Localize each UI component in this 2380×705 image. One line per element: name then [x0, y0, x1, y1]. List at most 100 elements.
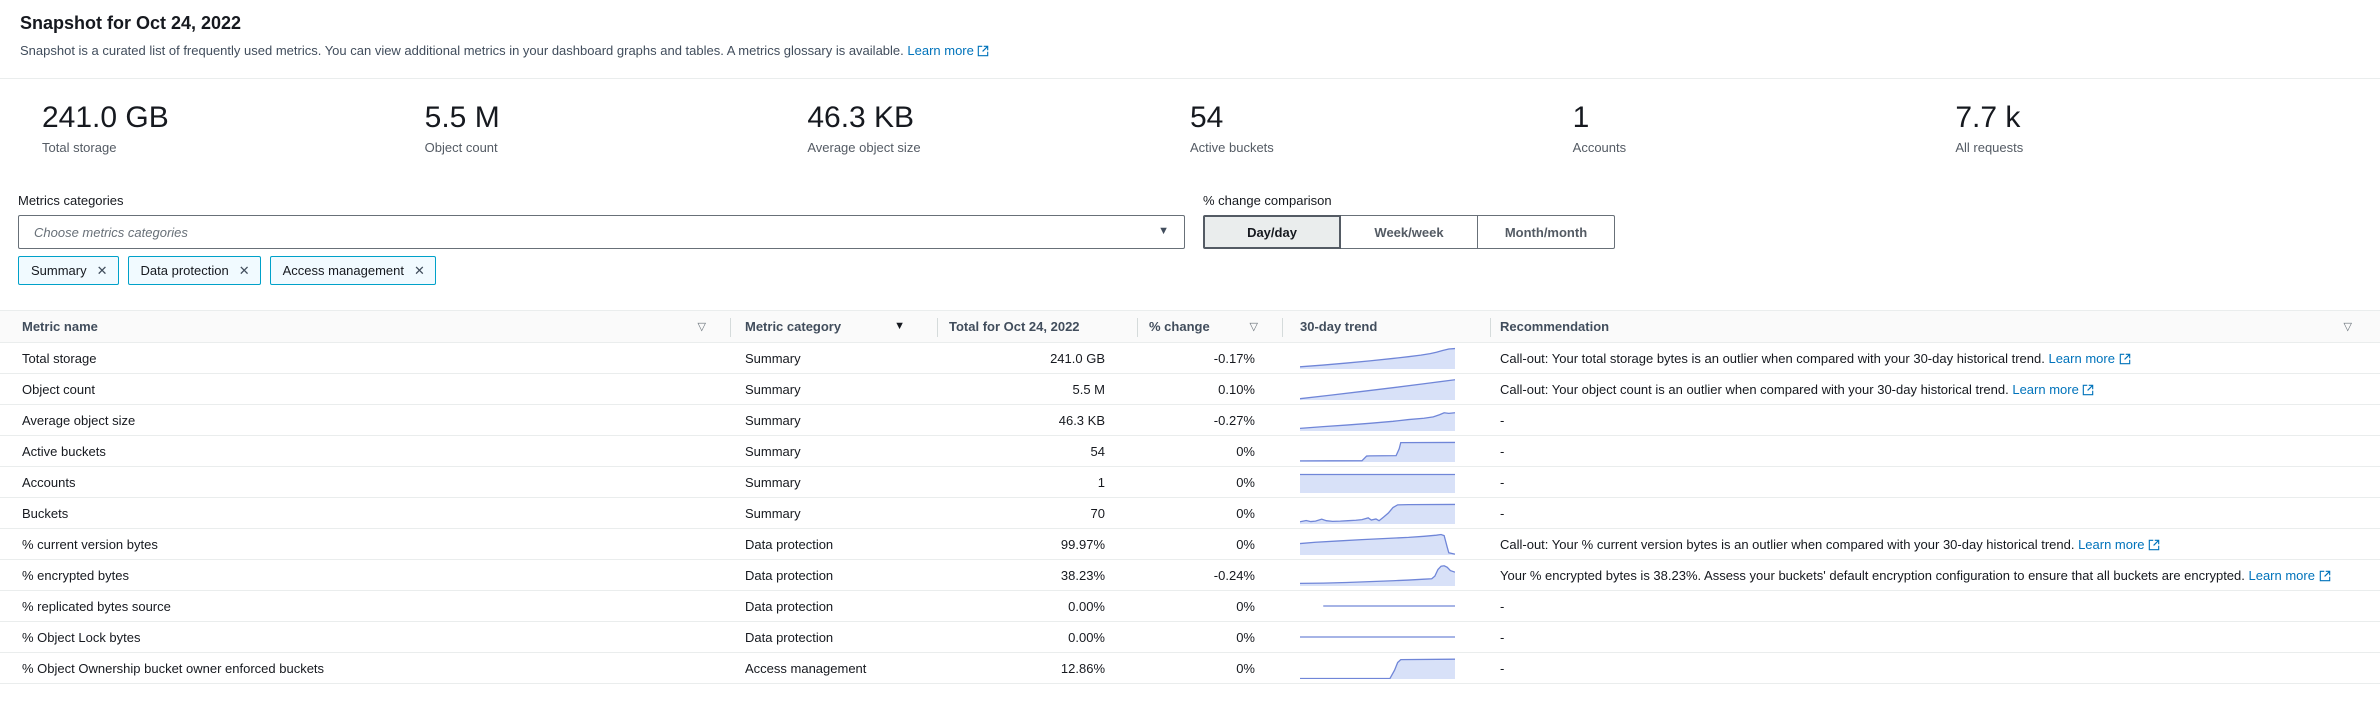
metrics-categories-label: Metrics categories: [18, 192, 1185, 210]
metric-category-cell: Data protection: [730, 594, 937, 619]
recommendation-cell: -: [1490, 594, 2380, 619]
total-value-cell: 0.00%: [937, 625, 1137, 650]
metrics-table: Metric name ▽ Metric category ▼ Total fo…: [0, 310, 2380, 684]
stat-value: 241.0 GB: [42, 100, 425, 136]
filters-bar: Metrics categories Choose metrics catego…: [0, 178, 2380, 285]
stat-value: 7.7 k: [1955, 100, 2338, 136]
column-header-percent-change[interactable]: % change ▽: [1137, 311, 1282, 342]
column-header-total[interactable]: Total for Oct 24, 2022: [937, 311, 1137, 342]
tag-remove-icon[interactable]: ✕: [414, 264, 425, 277]
metric-category-cell: Summary: [730, 408, 937, 433]
percent-change-cell: 0%: [1137, 501, 1282, 526]
segment-day-day[interactable]: Day/day: [1203, 215, 1341, 249]
segment-month-month[interactable]: Month/month: [1477, 215, 1615, 249]
metric-name-cell: % encrypted bytes: [0, 563, 730, 588]
trend-sparkline: [1282, 374, 1490, 404]
recommendation-cell: -: [1490, 470, 2380, 495]
external-link-icon: [2148, 539, 2160, 551]
change-comparison-segmented-control: Day/day Week/week Month/month: [1203, 215, 1615, 249]
segment-week-week[interactable]: Week/week: [1340, 215, 1478, 249]
stat-label: Active buckets: [1190, 140, 1573, 156]
recommendation-cell: -: [1490, 625, 2380, 650]
tag-remove-icon[interactable]: ✕: [97, 264, 108, 277]
total-value-cell: 241.0 GB: [937, 346, 1137, 371]
tag-data-protection: Data protection ✕: [128, 256, 261, 285]
external-link-icon: [977, 45, 989, 61]
trend-sparkline: [1282, 343, 1490, 373]
stat-active-buckets: 54 Active buckets: [1190, 100, 1573, 156]
percent-change-cell: -0.27%: [1137, 408, 1282, 433]
table-row: % current version bytes Data protection …: [0, 529, 2380, 560]
change-comparison-label: % change comparison: [1203, 192, 1615, 210]
chevron-down-icon[interactable]: ▼: [1158, 225, 1169, 237]
metric-name-cell: Average object size: [0, 408, 730, 433]
recommendation-cell: Call-out: Your % current version bytes i…: [1490, 532, 2380, 557]
external-link-icon: [2082, 384, 2094, 396]
total-value-cell: 0.00%: [937, 594, 1137, 619]
total-value-cell: 5.5 M: [937, 377, 1137, 402]
glossary-learn-more-link[interactable]: Learn more: [907, 43, 988, 58]
total-value-cell: 99.97%: [937, 532, 1137, 557]
table-row: Accounts Summary 1 0% -: [0, 467, 2380, 498]
trend-sparkline: [1282, 529, 1490, 559]
table-row: % encrypted bytes Data protection 38.23%…: [0, 560, 2380, 591]
filter-icon[interactable]: ▽: [2344, 320, 2352, 333]
summary-stats: 241.0 GB Total storage 5.5 M Object coun…: [0, 79, 2380, 178]
selected-category-tags: Summary ✕ Data protection ✕ Access manag…: [18, 256, 1185, 285]
stat-label: Average object size: [807, 140, 1190, 156]
external-link-icon: [2119, 353, 2131, 365]
column-header-30-day-trend: 30-day trend: [1282, 311, 1490, 342]
filter-icon[interactable]: ▽: [698, 320, 706, 333]
stat-value: 1: [1573, 100, 1956, 136]
filter-applied-icon[interactable]: ▼: [894, 320, 905, 332]
column-header-metric-category[interactable]: Metric category ▼: [730, 311, 937, 342]
percent-change-cell: -0.24%: [1137, 563, 1282, 588]
table-row: Total storage Summary 241.0 GB -0.17% Ca…: [0, 343, 2380, 374]
trend-sparkline: [1282, 560, 1490, 590]
learn-more-link[interactable]: Learn more: [2048, 351, 2130, 366]
recommendation-cell: Call-out: Your total storage bytes is an…: [1490, 346, 2380, 371]
metric-category-cell: Summary: [730, 501, 937, 526]
trend-sparkline: [1282, 622, 1490, 652]
stat-value: 46.3 KB: [807, 100, 1190, 136]
percent-change-cell: 0%: [1137, 532, 1282, 557]
table-row: Buckets Summary 70 0% -: [0, 498, 2380, 529]
table-row: % Object Lock bytes Data protection 0.00…: [0, 622, 2380, 653]
learn-more-link[interactable]: Learn more: [2012, 382, 2094, 397]
percent-change-cell: 0.10%: [1137, 377, 1282, 402]
stat-accounts: 1 Accounts: [1573, 100, 1956, 156]
percent-change-cell: 0%: [1137, 594, 1282, 619]
column-header-recommendation[interactable]: Recommendation ▽: [1490, 311, 2380, 342]
select-placeholder: Choose metrics categories: [34, 225, 188, 240]
column-header-metric-name[interactable]: Metric name ▽: [0, 311, 730, 342]
page-description: Snapshot is a curated list of frequently…: [20, 43, 2360, 61]
percent-change-cell: 0%: [1137, 656, 1282, 681]
tag-label: Summary: [31, 263, 87, 278]
stat-value: 5.5 M: [425, 100, 808, 136]
stat-value: 54: [1190, 100, 1573, 136]
percent-change-cell: 0%: [1137, 439, 1282, 464]
tag-summary: Summary ✕: [18, 256, 119, 285]
metric-name-cell: Active buckets: [0, 439, 730, 464]
stat-label: Accounts: [1573, 140, 1956, 156]
filter-icon[interactable]: ▽: [1250, 320, 1258, 333]
tag-remove-icon[interactable]: ✕: [239, 264, 250, 277]
trend-sparkline: [1282, 591, 1490, 621]
total-value-cell: 46.3 KB: [937, 408, 1137, 433]
trend-sparkline: [1282, 405, 1490, 435]
metrics-categories-select[interactable]: Choose metrics categories ▼: [18, 215, 1185, 249]
learn-more-link[interactable]: Learn more: [2078, 537, 2160, 552]
percent-change-cell: -0.17%: [1137, 346, 1282, 371]
metric-name-cell: % current version bytes: [0, 532, 730, 557]
external-link-icon: [2319, 570, 2331, 582]
stat-label: Total storage: [42, 140, 425, 156]
table-row: % Object Ownership bucket owner enforced…: [0, 653, 2380, 684]
metric-name-cell: Total storage: [0, 346, 730, 371]
page-title: Snapshot for Oct 24, 2022: [20, 13, 2360, 34]
learn-more-link[interactable]: Learn more: [2248, 568, 2330, 583]
metric-category-cell: Access management: [730, 656, 937, 681]
metric-name-cell: % Object Ownership bucket owner enforced…: [0, 656, 730, 681]
recommendation-cell: Call-out: Your object count is an outlie…: [1490, 377, 2380, 402]
stat-label: Object count: [425, 140, 808, 156]
table-header-row: Metric name ▽ Metric category ▼ Total fo…: [0, 310, 2380, 343]
